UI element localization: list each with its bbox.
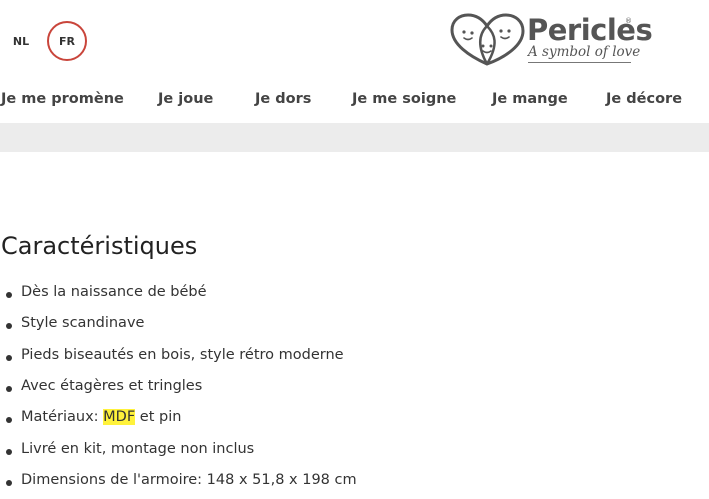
feature-text: Avec étagères et tringles (21, 378, 203, 394)
bullet-icon (6, 480, 12, 486)
features-title: Caractéristiques (1, 232, 198, 260)
nav-je-me-promene[interactable]: Je me promène (1, 91, 124, 107)
tagline-underline (528, 62, 631, 63)
bullet-icon (6, 449, 12, 455)
feature-text: Dimensions de l'armoire: 148 x 51,8 x 19… (21, 472, 357, 488)
nav-je-me-soigne[interactable]: Je me soigne (352, 91, 456, 107)
feature-text: Livré en kit, montage non inclus (21, 441, 255, 457)
materials-suffix: et pin (135, 409, 182, 425)
highlighted-term: MDF (103, 409, 136, 425)
brand-tagline: A symbol of love (528, 44, 641, 60)
bullet-icon (6, 292, 12, 298)
language-fr-button[interactable]: FR (47, 21, 87, 61)
bullet-icon (6, 386, 12, 392)
main-navigation: Je me promène Je joue Je dors Je me soig… (0, 91, 709, 113)
pericles-heart-faces-icon (450, 13, 525, 66)
bullet-icon (6, 355, 12, 361)
nav-je-decore[interactable]: Je décore (606, 91, 682, 107)
language-nl-button[interactable]: NL (1, 21, 41, 61)
feature-text: Dès la naissance de bébé (21, 284, 207, 300)
feature-text: Pieds biseautés en bois, style rétro mod… (21, 347, 344, 363)
nav-je-joue[interactable]: Je joue (158, 91, 213, 107)
pericles-logo[interactable]: Pericles ® A symbol of love (449, 12, 653, 72)
bullet-icon (6, 417, 12, 423)
bullet-icon (6, 323, 12, 329)
nav-je-mange[interactable]: Je mange (492, 91, 568, 107)
registered-mark: ® (625, 17, 632, 25)
breadcrumb-bar (0, 123, 709, 152)
feature-text: Matériaux: MDF et pin (21, 409, 181, 425)
brand-name: Pericles (527, 13, 653, 47)
materials-prefix: Matériaux: (21, 409, 104, 425)
feature-text: Style scandinave (21, 315, 145, 331)
nav-je-dors[interactable]: Je dors (255, 91, 311, 107)
